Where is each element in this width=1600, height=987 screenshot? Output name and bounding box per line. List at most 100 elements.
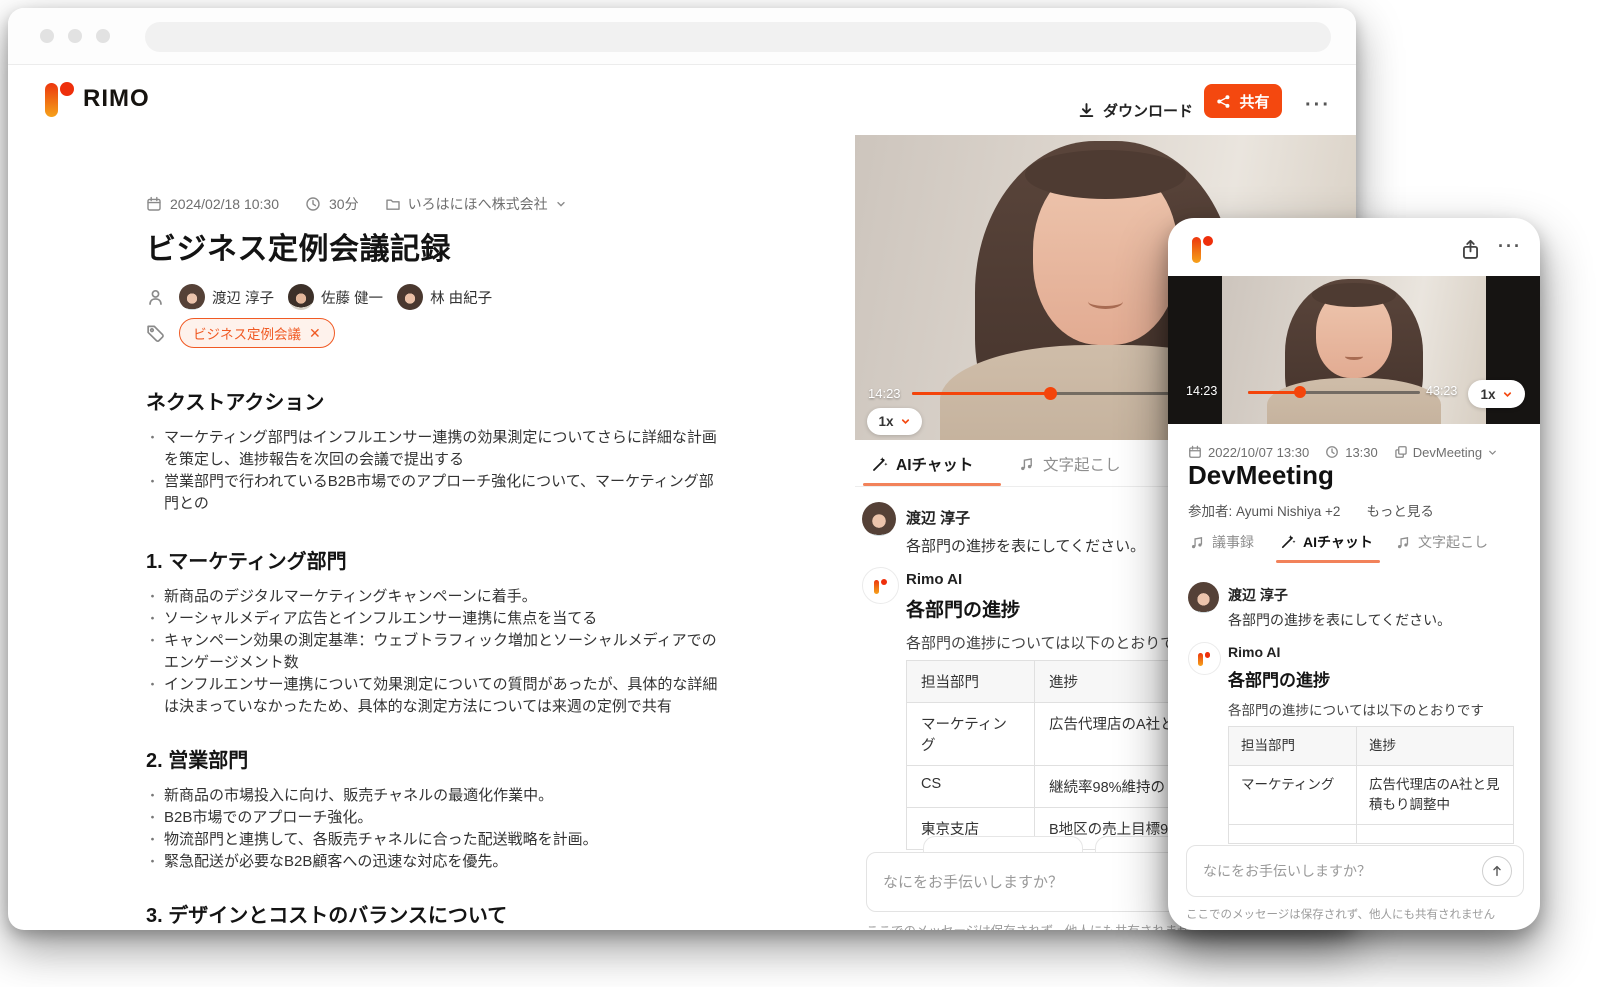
current-time-label: 14:23: [868, 386, 901, 401]
participant: 渡辺 淳子: [179, 284, 274, 310]
table-header-row: 担当部門 進捗: [1229, 727, 1514, 766]
mobile-video-player[interactable]: 14:23 43:23 1x: [1168, 276, 1540, 424]
magic-wand-icon: [1280, 534, 1296, 550]
folder-icon: [385, 196, 401, 212]
mobile-playback-speed-selector[interactable]: 1x: [1468, 380, 1525, 408]
table-cell: 広告代理店のA社と見積もり調整中: [1357, 766, 1514, 825]
table-cell: マーケティング: [1229, 766, 1357, 825]
window-zoom-dot[interactable]: [96, 29, 110, 43]
mobile-more-button[interactable]: ···: [1498, 236, 1522, 257]
meeting-duration: 30分: [329, 194, 359, 214]
participant: 林 由紀子: [397, 284, 492, 310]
mobile-tab-ai-chat[interactable]: AIチャット: [1280, 532, 1373, 552]
mobile-app-window: ··· 14:23 43:23 1x: [1168, 218, 1540, 930]
tab-transcript[interactable]: 文字起こし: [1019, 453, 1121, 475]
section-heading: 3. デザインとコストのバランスについて: [146, 899, 728, 928]
participant-name: 佐藤 健一: [321, 287, 383, 308]
participant-name: 渡辺 淳子: [212, 287, 274, 308]
mobile-active-tab-underline: [1276, 560, 1380, 563]
mobile-meta-row: 2022/10/07 13:30 13:30 DevMeeting: [1188, 442, 1498, 462]
participant-avatar: [288, 284, 314, 310]
section-bullets: 新商品のデジタルマーケティングキャンペーンに着手。 ソーシャルメディア広告とイン…: [146, 586, 728, 718]
progress-fill: [912, 392, 1050, 395]
mobile-title: DevMeeting: [1188, 460, 1334, 491]
document-title: ビジネス定例会議記録: [146, 224, 728, 268]
rimo-logo-mark: [45, 82, 75, 116]
table-row-partial: [1229, 825, 1514, 844]
mobile-folder-selector[interactable]: DevMeeting: [1394, 445, 1498, 460]
participants-row: 渡辺 淳子 佐藤 健一 林 由紀子: [146, 284, 728, 310]
chevron-down-icon: [555, 198, 567, 210]
participant-avatar: [397, 284, 423, 310]
download-icon: [1078, 102, 1095, 119]
clock-icon: [305, 196, 321, 212]
share-button[interactable]: 共有: [1204, 84, 1282, 118]
playback-speed-selector[interactable]: 1x: [867, 408, 922, 435]
mobile-table-clip: 担当部門 進捗 マーケティング 広告代理店のA社と見積もり調整中: [1228, 726, 1514, 848]
tag-remove-icon[interactable]: ✕: [309, 325, 321, 342]
mobile-chat-ai-name: Rimo AI: [1228, 644, 1280, 660]
chevron-down-icon: [1502, 389, 1513, 400]
mobile-tab-minutes[interactable]: 議事録: [1190, 532, 1254, 552]
chat-ai-body: 各部門の進捗については以下のとおりです: [906, 632, 1190, 653]
mobile-total-time: 43:23: [1426, 384, 1457, 398]
mobile-see-more-link[interactable]: もっと見る: [1366, 500, 1434, 520]
mobile-folder-name: DevMeeting: [1413, 445, 1482, 460]
mobile-chat-user-message: 各部門の進捗を表にしてください。: [1228, 610, 1451, 630]
tab-label: 文字起こし: [1043, 453, 1121, 475]
table-row: マーケティング 広告代理店のA社と見積もり調整中: [1229, 766, 1514, 825]
music-note-icon: [1190, 535, 1205, 550]
tab-ai-chat[interactable]: AIチャット: [871, 453, 973, 475]
calendar-icon: [1188, 445, 1202, 459]
progress-handle[interactable]: [1044, 387, 1057, 400]
workspace-selector[interactable]: いろはにほへ株式会社: [385, 194, 567, 214]
workspace-name: いろはにほへ株式会社: [408, 194, 548, 214]
bullet-item: インフルエンサー連携について効果測定についての質問があったが、具体的な詳細は決ま…: [146, 674, 728, 718]
tab-label: 議事録: [1212, 532, 1254, 552]
mobile-share-button[interactable]: [1460, 239, 1481, 265]
mobile-participants: 参加者: Ayumi Nishiya +2: [1188, 500, 1340, 520]
mobile-chat-input[interactable]: [1186, 845, 1524, 897]
section-bullets: マーケティング部門はインフルエンサー連携の効果測定についてさらに詳細な計画を策定…: [146, 427, 728, 515]
mobile-tab-transcript[interactable]: 文字起こし: [1396, 532, 1488, 552]
chevron-down-icon: [900, 416, 911, 427]
address-bar[interactable]: [145, 22, 1331, 52]
arrow-up-icon: [1490, 864, 1504, 878]
chat-user-avatar: [862, 502, 896, 536]
document-meta-row: 2024/02/18 10:30 30分 いろはにほへ株式会社: [146, 194, 728, 214]
mobile-video-frame-speaker: [1222, 276, 1486, 424]
rimo-ai-avatar: [862, 567, 899, 604]
meeting-tag-pill[interactable]: ビジネス定例会議 ✕: [179, 318, 335, 348]
chevron-down-icon: [1487, 447, 1498, 458]
bullet-item: ソーシャルメディア広告とインフルエンサー連携に焦点を当てる: [146, 608, 728, 630]
mobile-progress-fill: [1248, 391, 1298, 394]
chat-ai-name: Rimo AI: [906, 571, 962, 588]
mobile-privacy-note: ここでのメッセージは保存されず、他人にも共有されません: [1186, 906, 1495, 922]
participant-name: 林 由紀子: [430, 287, 492, 308]
table-cell: マーケティング: [907, 703, 1035, 766]
participant-avatar: [179, 284, 205, 310]
download-button[interactable]: ダウンロード: [1078, 100, 1193, 121]
copy-icon: [1394, 445, 1408, 459]
rimo-logo[interactable]: RIMO: [45, 82, 150, 116]
magic-wand-icon: [871, 456, 888, 473]
mobile-progress-handle[interactable]: [1294, 386, 1306, 398]
mobile-rimo-ai-avatar: [1188, 642, 1221, 675]
music-note-icon: [1019, 456, 1035, 472]
page-canvas: RIMO ダウンロード 共有: [0, 0, 1600, 987]
bullet-item: マーケティング部門はインフルエンサー連携の効果測定についてさらに詳細な計画を策定…: [146, 427, 728, 471]
mobile-send-button[interactable]: [1482, 856, 1512, 886]
mobile-rimo-logo[interactable]: [1192, 236, 1214, 267]
section-bullets: 新商品の市場投入に向け、販売チャネルの最適化作業中。 B2B市場でのアプローチ強…: [146, 785, 728, 873]
window-minimize-dot[interactable]: [68, 29, 82, 43]
music-note-icon: [1396, 535, 1411, 550]
window-close-dot[interactable]: [40, 29, 54, 43]
meeting-date: 2024/02/18 10:30: [170, 196, 279, 212]
bullet-item: 新商品の市場投入に向け、販売チャネルの最適化作業中。: [146, 785, 728, 807]
bullet-item: 営業部門で行われているB2B市場でのアプローチ強化について、マーケティング部門と…: [146, 471, 728, 515]
mobile-progress-table: 担当部門 進捗 マーケティング 広告代理店のA社と見積もり調整中: [1228, 726, 1514, 844]
header-more-button[interactable]: ···: [1305, 94, 1331, 117]
table-header-cell: 担当部門: [907, 661, 1035, 703]
bullet-item: 緊急配送が必要なB2B顧客への迅速な対応を優先。: [146, 851, 728, 873]
chat-ai-heading: 各部門の進捗: [906, 595, 1020, 622]
